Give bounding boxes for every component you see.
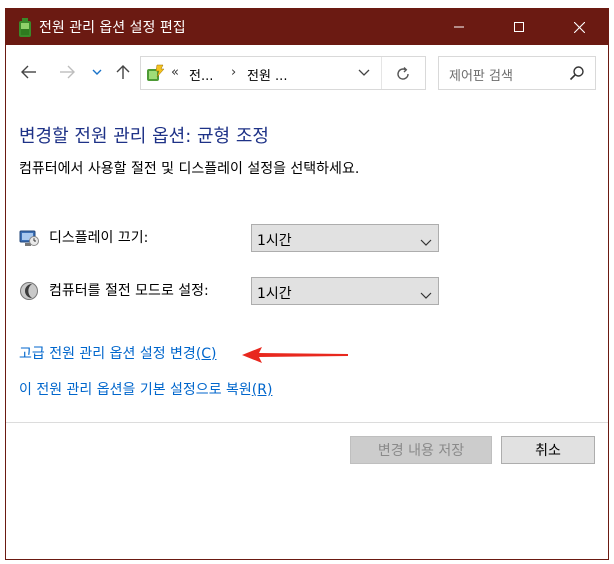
address-history-dropdown[interactable] bbox=[355, 65, 373, 81]
forward-button[interactable] bbox=[56, 61, 78, 83]
breadcrumb-overflow[interactable]: « bbox=[171, 65, 179, 80]
red-arrow-icon bbox=[242, 345, 348, 365]
arrow-up-icon bbox=[116, 65, 130, 79]
window-title: 전원 관리 옵션 설정 편집 bbox=[39, 20, 186, 36]
arrow-left-icon bbox=[21, 65, 36, 79]
search-placeholder: 제어판 검색 bbox=[449, 69, 513, 84]
refresh-button[interactable] bbox=[393, 64, 413, 84]
minimize-button[interactable] bbox=[436, 9, 482, 45]
breadcrumb-separator[interactable]: › bbox=[231, 65, 236, 80]
footer-divider bbox=[6, 422, 608, 423]
title-bar[interactable]: 전원 관리 옵션 설정 편집 bbox=[6, 9, 608, 45]
save-changes-button[interactable]: 변경 내용 저장 bbox=[350, 436, 492, 464]
close-button[interactable] bbox=[556, 9, 602, 45]
back-button[interactable] bbox=[18, 61, 40, 83]
power-options-window: 전원 관리 옵션 설정 편집 « 전... › 전원 ... 제어판 검색 변경… bbox=[5, 8, 609, 560]
breadcrumb-item-1[interactable]: 전... bbox=[189, 65, 213, 84]
restore-defaults-accel: (R) bbox=[251, 382, 273, 398]
sleep-select[interactable]: 1시간 bbox=[251, 277, 439, 305]
page-description: 컴퓨터에서 사용할 절전 및 디스플레이 설정을 선택하세요. bbox=[19, 161, 360, 177]
display-off-value: 1시간 bbox=[257, 233, 292, 249]
refresh-icon bbox=[397, 67, 409, 80]
main-content: 변경할 전원 관리 옵션: 균형 조정 컴퓨터에서 사용할 절전 및 디스플레이… bbox=[6, 109, 608, 561]
display-off-label: 디스플레이 끄기: bbox=[49, 230, 149, 246]
display-off-select[interactable]: 1시간 bbox=[251, 224, 439, 252]
navigation-bar: « 전... › 전원 ... 제어판 검색 bbox=[6, 45, 608, 109]
chevron-down-icon bbox=[358, 69, 370, 76]
breadcrumb-item-2[interactable]: 전원 ... bbox=[247, 65, 287, 84]
chevron-down-icon bbox=[420, 286, 432, 299]
power-options-icon bbox=[145, 63, 165, 83]
search-input[interactable]: 제어판 검색 bbox=[438, 56, 596, 90]
advanced-settings-link[interactable]: 고급 전원 관리 옵션 설정 변경(C) bbox=[19, 345, 217, 363]
sleep-moon-icon bbox=[19, 281, 39, 301]
sleep-label: 컴퓨터를 절전 모드로 설정: bbox=[49, 283, 209, 299]
page-title: 변경할 전원 관리 옵션: 균형 조정 bbox=[19, 126, 269, 147]
restore-defaults-link-text: 이 전원 관리 옵션을 기본 설정으로 복원 bbox=[19, 382, 252, 398]
maximize-button[interactable] bbox=[496, 9, 542, 45]
address-divider bbox=[381, 57, 382, 89]
chevron-down-icon bbox=[420, 233, 432, 246]
arrow-right-icon bbox=[60, 65, 75, 79]
display-off-icon bbox=[19, 228, 39, 248]
sleep-value: 1시간 bbox=[257, 286, 292, 302]
advanced-settings-link-text: 고급 전원 관리 옵션 설정 변경 bbox=[19, 346, 196, 362]
battery-icon bbox=[18, 18, 32, 38]
restore-defaults-link[interactable]: 이 전원 관리 옵션을 기본 설정으로 복원(R) bbox=[19, 381, 272, 399]
chevron-down-icon bbox=[92, 69, 102, 75]
address-bar[interactable]: « 전... › 전원 ... bbox=[140, 56, 426, 90]
up-button[interactable] bbox=[112, 61, 134, 83]
cancel-button[interactable]: 취소 bbox=[501, 436, 595, 464]
recent-locations-button[interactable] bbox=[86, 61, 108, 83]
search-icon[interactable] bbox=[569, 65, 585, 81]
advanced-settings-accel: (C) bbox=[195, 346, 217, 362]
